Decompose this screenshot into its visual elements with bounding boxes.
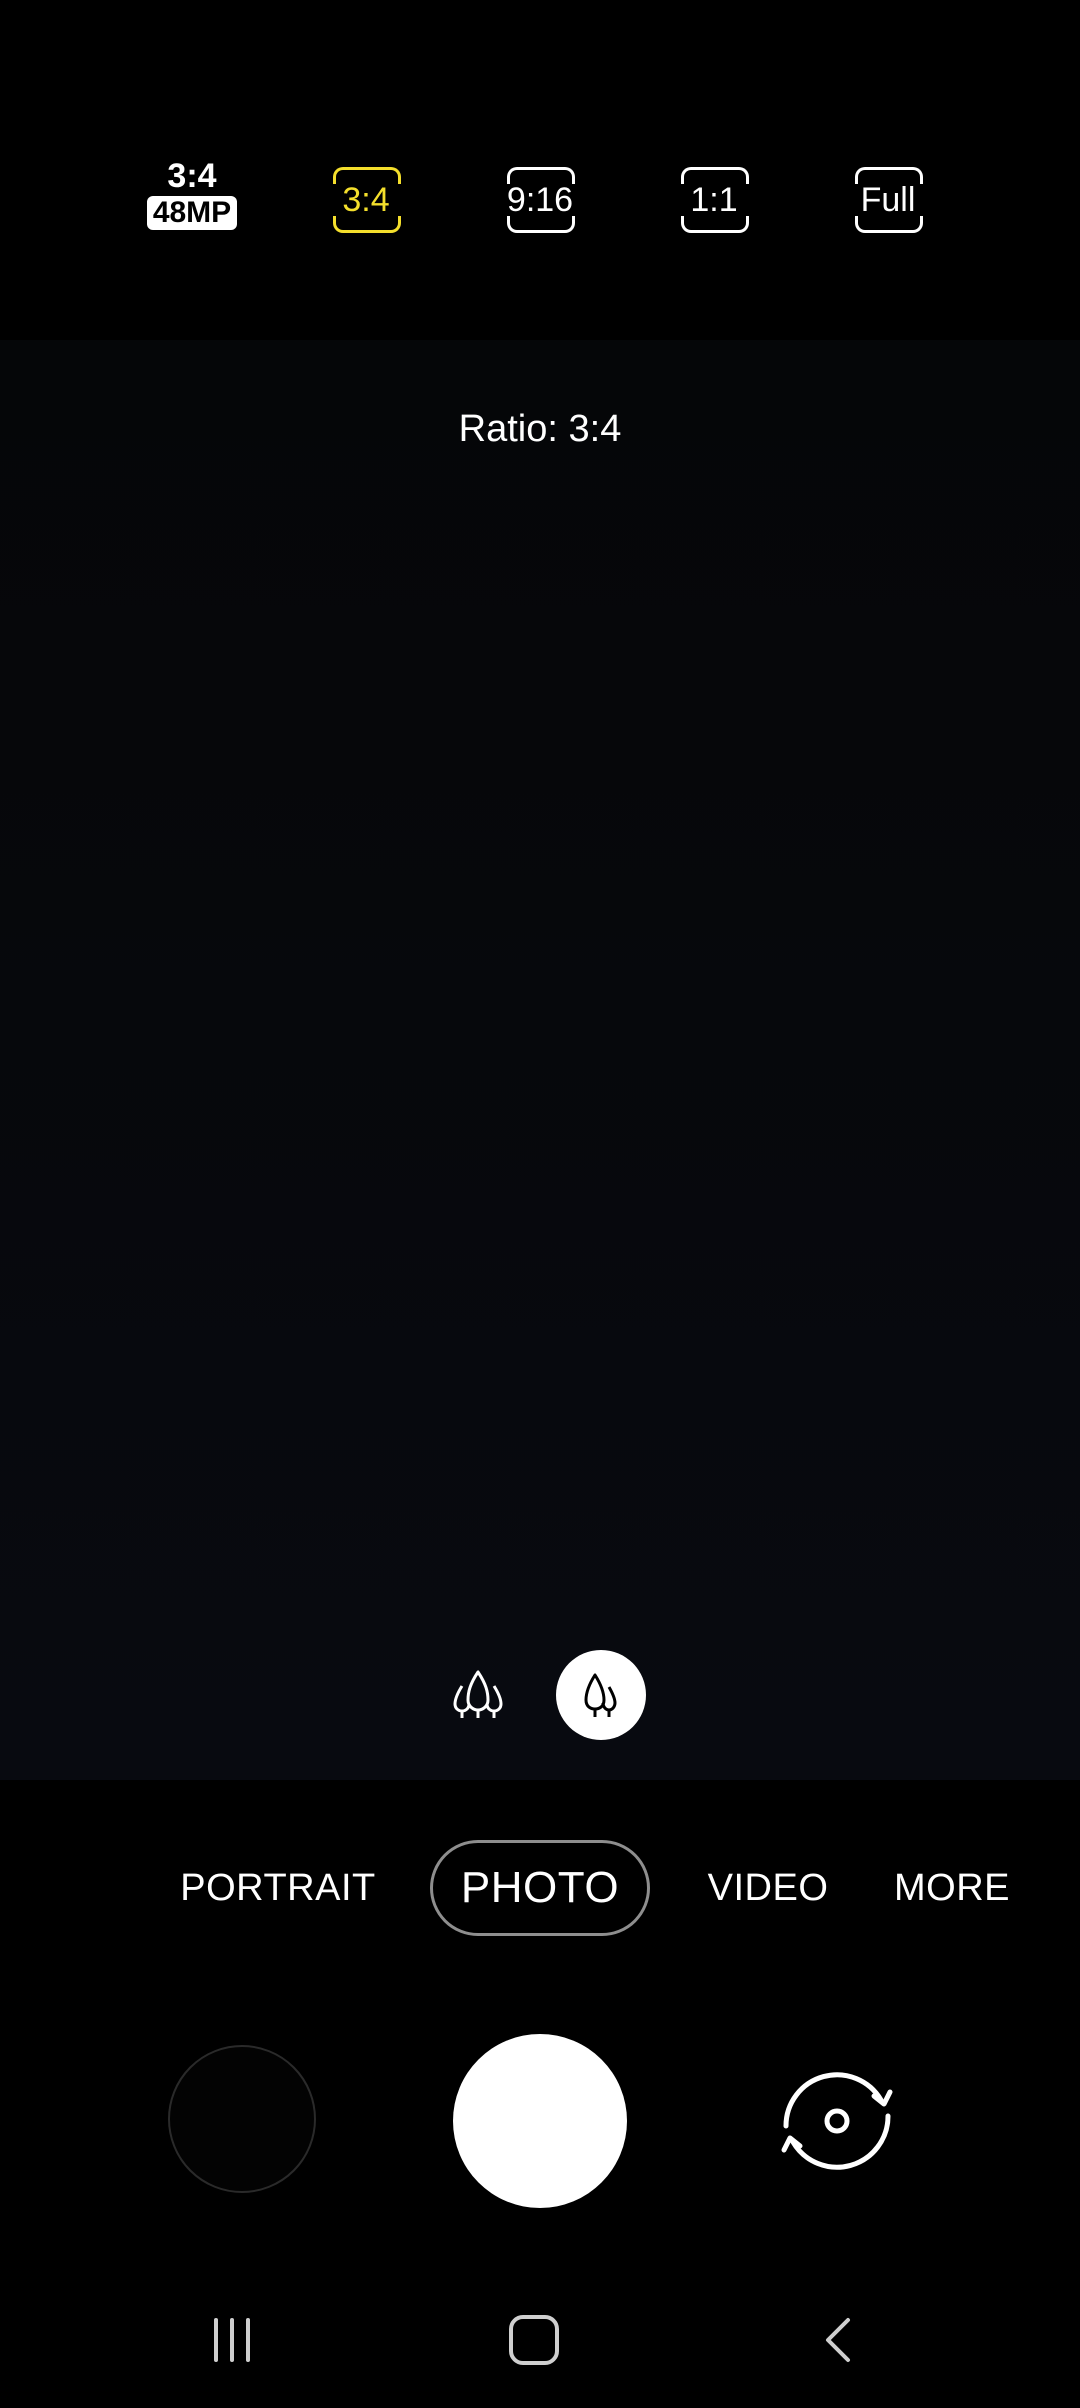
mode-photo[interactable]: PHOTO	[430, 1840, 650, 1936]
switch-camera-icon	[781, 2072, 893, 2170]
ratio-option-full[interactable]: Full	[818, 150, 958, 250]
ratio-label: Full	[860, 180, 916, 219]
ratio-frame-icon: 3:4	[333, 167, 401, 233]
ultra-wide-lens-button[interactable]	[444, 1660, 512, 1728]
ultra-wide-trees-icon	[453, 1670, 503, 1718]
ratio-selector: 3:4 48MP 3:4 9:16 1:1 Full	[0, 150, 1080, 250]
ratio-toast: Ratio: 3:4	[458, 408, 622, 450]
recents-icon	[214, 2318, 250, 2362]
recents-button[interactable]	[192, 2300, 272, 2380]
switch-camera-button[interactable]	[762, 2056, 912, 2186]
mode-portrait[interactable]: PORTRAIT	[178, 1840, 378, 1936]
gallery-thumbnail[interactable]	[168, 2045, 316, 2193]
system-navigation-bar	[0, 2300, 1080, 2380]
ratio-option-1-1[interactable]: 1:1	[644, 150, 784, 250]
ratio-option-3-4[interactable]: 3:4	[296, 150, 436, 250]
wide-tree-icon	[584, 1673, 617, 1717]
viewfinder[interactable]	[0, 340, 1080, 1780]
48mp-badge: 48MP	[146, 196, 238, 230]
wide-lens-button[interactable]	[556, 1650, 646, 1740]
ratio-label: 3:4	[342, 180, 390, 219]
back-icon	[826, 2318, 850, 2362]
home-icon	[509, 2315, 559, 2365]
mode-video[interactable]: VIDEO	[700, 1840, 836, 1936]
ratio-option-9-16[interactable]: 9:16	[470, 150, 610, 250]
ratio-label: 3:4	[167, 157, 217, 195]
home-button[interactable]	[494, 2300, 574, 2380]
ratio-option-3-4-48mp[interactable]: 3:4 48MP	[122, 158, 262, 258]
mode-more[interactable]: MORE	[886, 1840, 1018, 1936]
shutter-button[interactable]	[453, 2034, 627, 2208]
camera-screen: 3:4 48MP 3:4 9:16 1:1 Full Ratio: 3:4 PO…	[0, 0, 1080, 2408]
ratio-frame-icon: 1:1	[681, 167, 749, 233]
ratio-frame-icon: Full	[855, 167, 923, 233]
back-button[interactable]	[798, 2300, 878, 2380]
ratio-label: 9:16	[506, 180, 574, 219]
ratio-label: 1:1	[690, 180, 738, 219]
camera-mode-selector: PORTRAIT PHOTO VIDEO MORE	[0, 1840, 1080, 1940]
ratio-frame-icon: 9:16	[506, 167, 575, 233]
